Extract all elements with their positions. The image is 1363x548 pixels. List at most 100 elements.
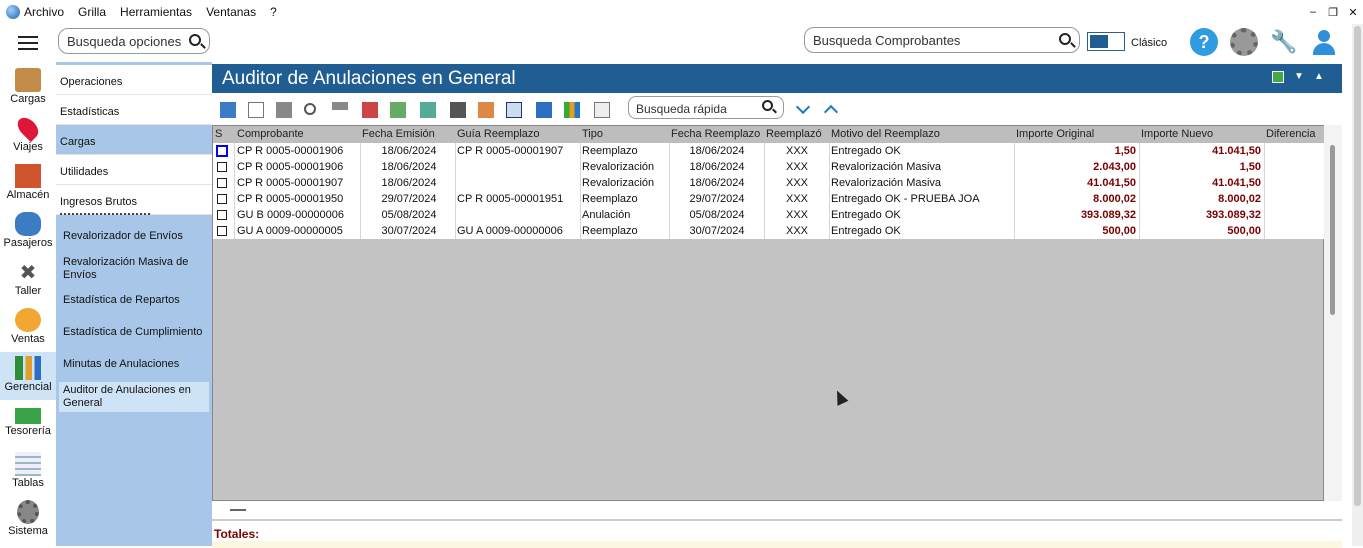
- col-header-tipo[interactable]: Tipo: [582, 128, 603, 140]
- table-row[interactable]: CP R 0005-00001950 29/07/2024 CP R 0005-…: [213, 191, 1325, 207]
- table-row[interactable]: CP R 0005-00001907 18/06/2024 Revaloriza…: [213, 175, 1325, 191]
- submenu-revalorizacion-masiva[interactable]: Revalorización Masiva de Envíos: [63, 256, 205, 282]
- cell-fecha-reemplazo: 18/06/2024: [689, 161, 745, 173]
- table-row[interactable]: GU A 0009-00000005 30/07/2024 GU A 0009-…: [213, 223, 1325, 239]
- search-icon[interactable]: [1059, 33, 1071, 45]
- col-header-reemplazo[interactable]: Reemplazó: [766, 128, 822, 140]
- col-header-comprobante[interactable]: Comprobante: [237, 128, 304, 140]
- hamburger-menu-icon[interactable]: [18, 36, 38, 50]
- nav-tablas[interactable]: Tablas: [0, 448, 56, 496]
- window-scrollbar[interactable]: [1352, 24, 1363, 546]
- col-header-importe-nuevo[interactable]: Importe Nuevo: [1141, 128, 1213, 140]
- bar-chart-icon[interactable]: [564, 102, 580, 118]
- cell-importe-nuevo: 1,50: [1239, 161, 1261, 173]
- submenu-auditor-anulaciones[interactable]: Auditor de Anulaciones en General: [59, 382, 209, 412]
- print-preview-icon[interactable]: [450, 102, 466, 118]
- search-icon[interactable]: [189, 34, 201, 46]
- warehouse-icon: [15, 164, 41, 188]
- row-checkbox[interactable]: [217, 194, 227, 204]
- table-row[interactable]: CP R 0005-00001906 18/06/2024 CP R 0005-…: [213, 143, 1325, 159]
- nav-ventas[interactable]: Ventas: [0, 304, 56, 352]
- search-icon[interactable]: [762, 100, 773, 111]
- filter-icon[interactable]: [332, 102, 348, 118]
- menu-herramientas[interactable]: Herramientas: [120, 5, 192, 19]
- grid-splitter-handle[interactable]: [230, 509, 246, 511]
- filter-check-icon[interactable]: [420, 102, 436, 118]
- col-header-fecha-emision[interactable]: Fecha Emisión: [362, 128, 435, 140]
- print-icon[interactable]: [276, 102, 292, 118]
- cell-motivo: Entregado OK: [831, 145, 901, 157]
- menu-help[interactable]: ?: [270, 5, 277, 19]
- menu-group-ingresos-brutos[interactable]: Ingresos Brutos: [56, 185, 212, 215]
- col-header-motivo[interactable]: Motivo del Reemplazo: [831, 128, 940, 140]
- menu-group-operaciones[interactable]: Operaciones: [56, 65, 212, 95]
- chart-line-icon[interactable]: [536, 102, 552, 118]
- search-comprobantes-input[interactable]: Busqueda Comprobantes: [804, 27, 1080, 53]
- menu-group-utilidades[interactable]: Utilidades: [56, 155, 212, 185]
- restore-icon[interactable]: ❐: [1323, 0, 1343, 24]
- row-checkbox[interactable]: [217, 162, 227, 172]
- nav-taller[interactable]: ✖ Taller: [0, 256, 56, 304]
- submenu-minutas-anulaciones[interactable]: Minutas de Anulaciones: [63, 358, 205, 371]
- nav-pasajeros[interactable]: Pasajeros: [0, 208, 56, 256]
- spreadsheet-icon[interactable]: [594, 102, 610, 118]
- minimize-icon[interactable]: –: [1303, 0, 1323, 24]
- search-options-input[interactable]: Busqueda opciones: [58, 28, 210, 54]
- columns-icon[interactable]: [506, 102, 522, 118]
- row-checkbox[interactable]: [217, 178, 227, 188]
- row-checkbox[interactable]: [217, 210, 227, 220]
- classic-mode-toggle[interactable]: [1087, 32, 1125, 51]
- cell-reemplazo: XXX: [785, 209, 808, 221]
- col-header-s[interactable]: S: [215, 128, 222, 140]
- cell-importe-original: 2.043,00: [1093, 161, 1136, 173]
- cell-reemplazo: XXX: [785, 161, 808, 173]
- filter-add-icon[interactable]: [390, 102, 406, 118]
- splitter-grip[interactable]: [60, 213, 150, 217]
- menu-archivo[interactable]: Archivo: [24, 5, 64, 19]
- cell-fecha-emision: 30/07/2024: [381, 225, 437, 237]
- passenger-icon: [15, 212, 41, 236]
- search-icon[interactable]: [304, 103, 316, 115]
- submenu-estadistica-repartos[interactable]: Estadística de Repartos: [63, 294, 205, 307]
- clear-filter-icon[interactable]: [362, 102, 378, 118]
- menu-group-cargas[interactable]: Cargas: [56, 125, 212, 155]
- grid-scrollbar[interactable]: [1324, 125, 1342, 501]
- help-icon[interactable]: ?: [1190, 28, 1218, 56]
- nav-almacen[interactable]: Almacén: [0, 160, 56, 208]
- wrench-icon[interactable]: 🔧: [1270, 28, 1298, 56]
- col-header-fecha-reemplazo[interactable]: Fecha Reemplazo: [671, 128, 760, 140]
- row-checkbox[interactable]: [216, 145, 228, 157]
- nav-gerencial[interactable]: Gerencial: [0, 352, 56, 400]
- row-checkbox[interactable]: [217, 226, 227, 236]
- submenu-estadistica-cumplimiento[interactable]: Estadística de Cumplimiento: [63, 326, 205, 339]
- arrow-up-icon[interactable]: ▲: [1314, 71, 1326, 83]
- cell-guia-reemplazo: CP R 0005-00001907: [457, 145, 564, 157]
- col-header-guia-reemplazo[interactable]: Guía Reemplazo: [457, 128, 540, 140]
- menu-ventanas[interactable]: Ventanas: [206, 5, 256, 19]
- table-row[interactable]: GU B 0009-00000006 05/08/2024 Anulación …: [213, 207, 1325, 223]
- nav-viajes[interactable]: Viajes: [0, 112, 56, 160]
- cell-comprobante: CP R 0005-00001906: [237, 161, 344, 173]
- quick-search-input[interactable]: Busqueda rápida: [628, 96, 784, 119]
- menu-grilla[interactable]: Grilla: [78, 5, 106, 19]
- col-header-importe-original[interactable]: Importe Original: [1016, 128, 1094, 140]
- menu-group-estadisticas[interactable]: Estadísticas: [56, 95, 212, 125]
- column-divider: [829, 143, 830, 239]
- user-icon[interactable]: [1310, 28, 1338, 56]
- export-icon[interactable]: [478, 102, 494, 118]
- module-menu: Operaciones Estadísticas Cargas Utilidad…: [56, 62, 212, 546]
- edit-icon[interactable]: [220, 102, 236, 118]
- new-document-icon[interactable]: [248, 102, 264, 118]
- arrow-down-icon[interactable]: ▼: [1294, 71, 1306, 83]
- table-row[interactable]: CP R 0005-00001906 18/06/2024 Revaloriza…: [213, 159, 1325, 175]
- sales-icon: [15, 308, 41, 332]
- close-icon[interactable]: ✕: [1343, 0, 1363, 24]
- quick-search-placeholder: Busqueda rápida: [636, 102, 727, 116]
- col-header-diferencia[interactable]: Diferencia: [1266, 128, 1316, 140]
- nav-tesoreria[interactable]: Tesorería: [0, 400, 56, 448]
- settings-gear-icon[interactable]: [1230, 28, 1258, 56]
- submenu-revalorizador[interactable]: Revalorizador de Envíos: [63, 230, 205, 243]
- nav-cargas[interactable]: Cargas: [0, 64, 56, 112]
- window-layout-icon[interactable]: [1272, 71, 1284, 83]
- nav-sistema[interactable]: Sistema: [0, 496, 56, 544]
